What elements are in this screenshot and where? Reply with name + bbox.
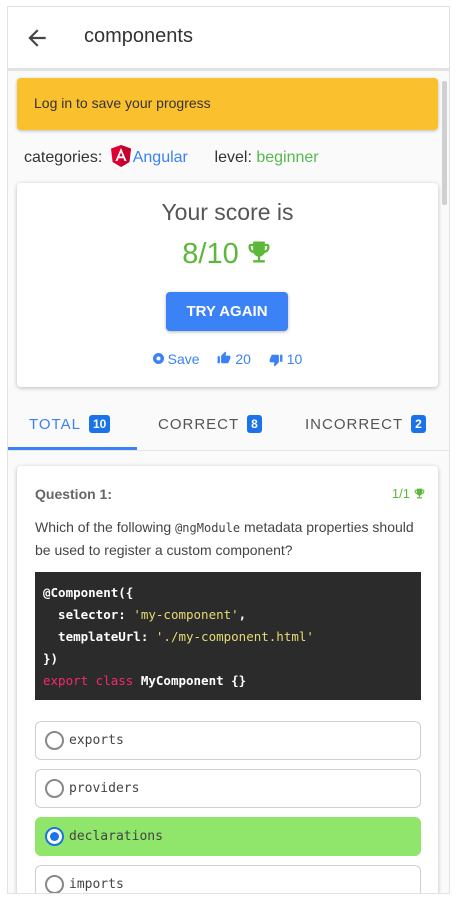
level-label: level: [214, 149, 252, 166]
answer-option-label: providers [69, 781, 140, 796]
tab-label: CORRECT [158, 416, 240, 433]
answer-option-selected[interactable]: declarations [35, 817, 421, 856]
login-banner[interactable]: Log in to save your progress [17, 78, 438, 130]
code-line-2-key: selector: [43, 607, 134, 622]
thumbs-up-icon [218, 351, 231, 364]
back-arrow-icon[interactable] [24, 25, 50, 51]
code-line-2-value: 'my-component' [133, 607, 239, 622]
tab-count-badge: 10 [88, 415, 111, 433]
tab-total[interactable]: TOTAL 10 [29, 403, 111, 449]
scrollbar-thumb[interactable] [442, 81, 447, 205]
question-score-value: 1/1 [391, 486, 410, 501]
tab-count-badge: 2 [411, 415, 426, 433]
code-line-5-name: MyComponent {} [140, 673, 247, 688]
answer-option-label: declarations [69, 829, 163, 844]
result-tabs: TOTAL 10 CORRECT 8 INCORRECT 2 [8, 403, 449, 451]
radio-button[interactable] [45, 875, 64, 893]
dislike-action[interactable]: 10 [269, 351, 302, 367]
like-action[interactable]: 20 [217, 351, 251, 367]
score-label: Your score is [161, 199, 294, 225]
radio-button[interactable] [45, 731, 64, 750]
code-line-3-key: templateUrl: [43, 629, 156, 644]
answer-option[interactable]: imports [35, 865, 421, 893]
categories-label: categories: [24, 149, 103, 166]
tabs-divider [8, 450, 449, 451]
dislike-count: 10 [286, 351, 303, 367]
radio-button[interactable] [45, 779, 64, 798]
code-line-3-value: './my-component.html' [155, 629, 314, 644]
tab-label: INCORRECT [305, 416, 404, 433]
code-line-2-end: , [238, 607, 247, 622]
app-frame: components Log in to save your progress … [7, 6, 450, 894]
angular-logo-icon [110, 145, 131, 167]
trophy-icon [414, 488, 425, 499]
code-line-5-keyword: export class [43, 673, 141, 688]
question-score: 1/1 [392, 486, 426, 501]
like-count: 20 [235, 351, 251, 367]
try-again-button[interactable]: TRY AGAIN [166, 292, 288, 331]
category-link[interactable]: Angular [133, 149, 188, 166]
answer-option[interactable]: exports [35, 721, 421, 760]
tab-label: TOTAL [29, 416, 81, 433]
top-app-bar: components [8, 7, 449, 71]
question-text: Which of the following @ngModule metadat… [35, 516, 415, 561]
question-inline-code: @ngModule [175, 521, 241, 535]
tab-incorrect[interactable]: INCORRECT 2 [305, 403, 426, 449]
page-title: components [84, 25, 193, 47]
question-text-before: Which of the following [35, 519, 176, 535]
code-line-1: @Component({ [43, 585, 134, 600]
score-value-row: 8/10 [17, 237, 438, 271]
tab-count-badge: 8 [247, 415, 262, 433]
tab-correct[interactable]: CORRECT 8 [158, 403, 262, 449]
answer-option-label: exports [69, 733, 124, 748]
save-circle-icon [152, 353, 164, 364]
radio-button-checked[interactable] [45, 827, 64, 846]
code-line-4: }) [43, 651, 59, 666]
score-card: Your score is 8/10 TRY AGAIN Save 20 10 [17, 183, 438, 387]
save-label: Save [167, 351, 200, 367]
code-snippet: @Component({ selector: 'my-component', t… [35, 572, 421, 700]
save-action[interactable]: Save [152, 351, 200, 367]
question-title: Question 1: [35, 486, 113, 502]
trophy-icon [248, 241, 270, 263]
score-value: 8/10 [182, 238, 239, 270]
score-actions: Save 20 10 [17, 351, 438, 367]
level-value: beginner [256, 149, 319, 166]
quiz-meta: categories: Angular level: beginner [24, 145, 319, 167]
question-card: Question 1: 1/1 Which of the following @… [17, 466, 438, 893]
answer-option[interactable]: providers [35, 769, 421, 808]
answer-option-label: imports [69, 877, 124, 892]
thumbs-down-icon [269, 354, 283, 367]
